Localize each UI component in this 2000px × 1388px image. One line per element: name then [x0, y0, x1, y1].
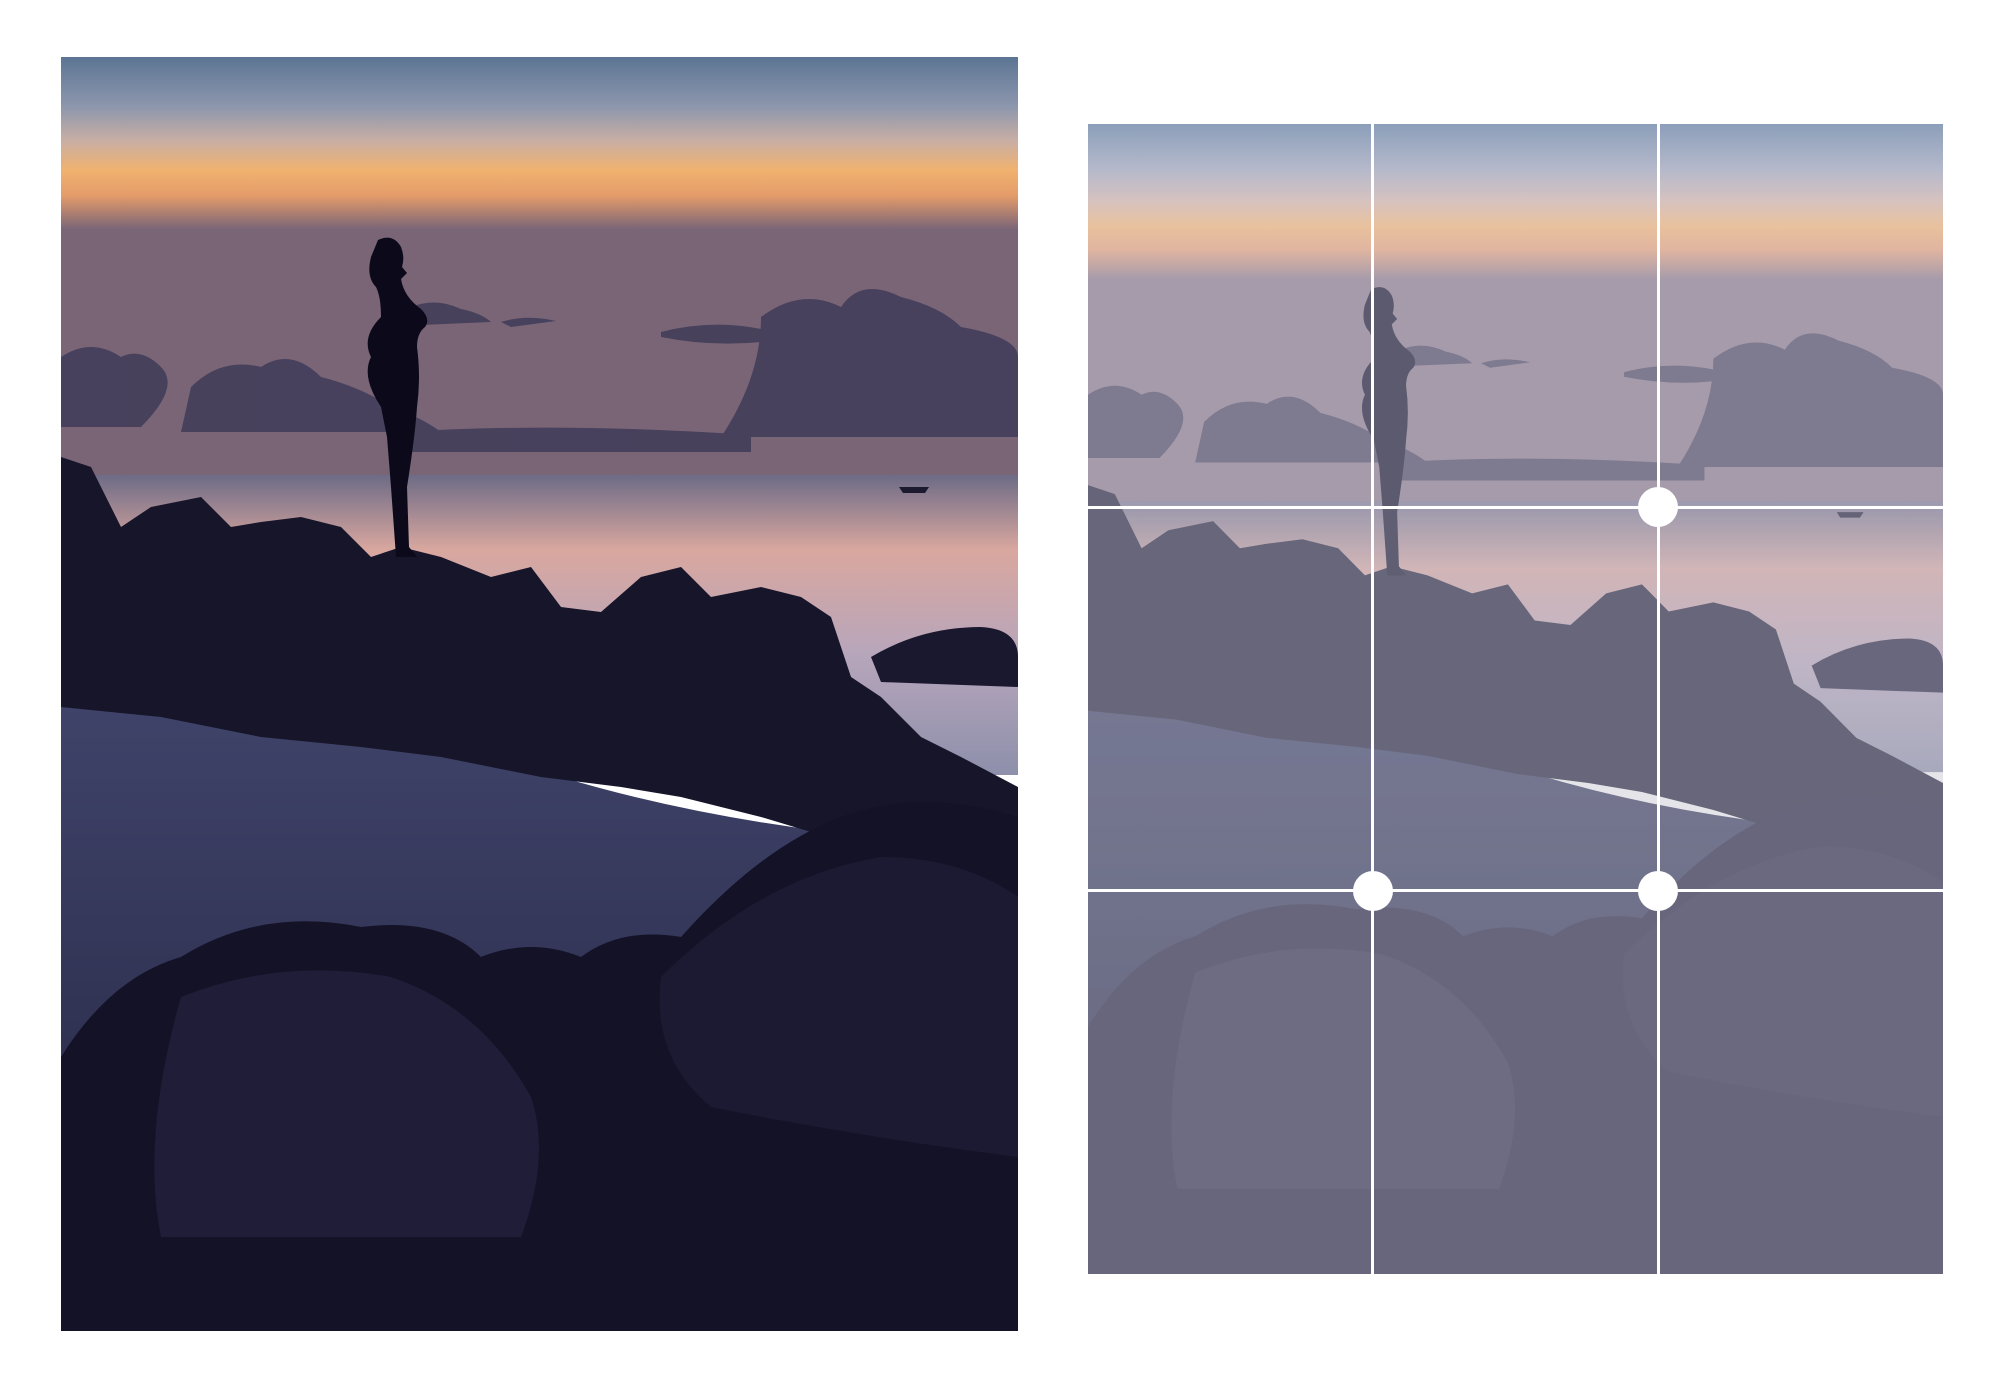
- intersection-point-bottom-left: [1352, 870, 1393, 911]
- rule-of-thirds-photo: [1088, 124, 1943, 1274]
- grid-line-vertical-right: [1656, 124, 1660, 1274]
- rule-of-thirds-overlay: [1088, 124, 1943, 1274]
- intersection-point-bottom-right: [1638, 870, 1679, 911]
- grid-line-horizontal-top: [1088, 505, 1943, 509]
- sunset-silhouette-scene: [61, 57, 1018, 1331]
- grid-line-vertical-left: [1371, 124, 1375, 1274]
- grid-line-horizontal-bottom: [1088, 889, 1943, 893]
- original-photo: [61, 57, 1018, 1331]
